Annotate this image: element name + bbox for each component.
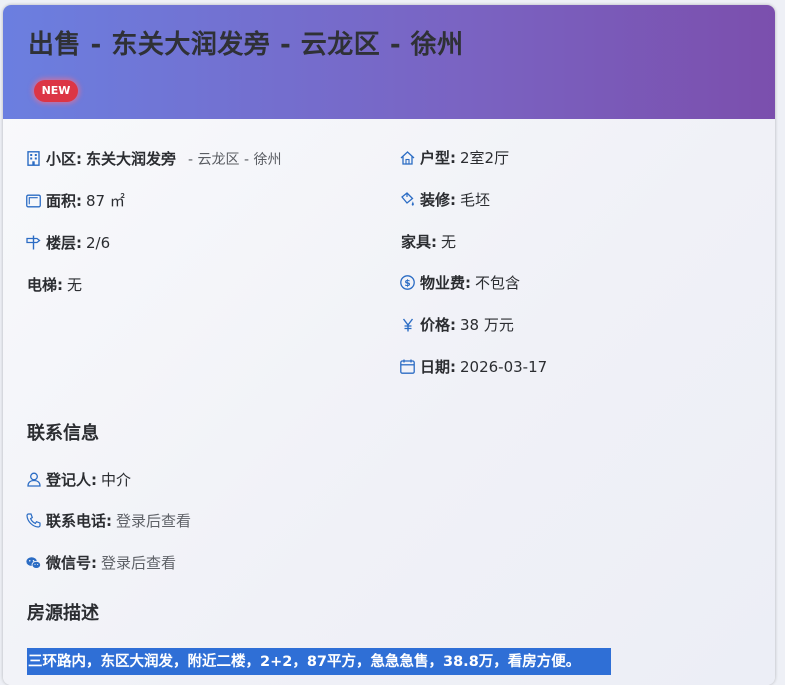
floor-label: 楼层: (46, 234, 82, 252)
community-value: 东关大润发旁 (86, 150, 177, 168)
decoration-label: 装修: (420, 191, 456, 209)
furniture-row: 家具: 无 (401, 231, 456, 252)
phone-value[interactable]: 登录后查看 (116, 510, 191, 531)
area-value: 87 ㎡ (86, 192, 125, 210)
community-label: 小区: (46, 150, 82, 168)
elevator-label: 电梯: (27, 276, 63, 294)
new-badge: NEW (34, 80, 78, 102)
property-fee-value: 不包含 (475, 274, 521, 292)
description-section-title: 房源描述 (27, 603, 99, 624)
decoration-value: 毛坯 (460, 191, 491, 209)
furniture-value: 无 (441, 233, 457, 251)
community-row: 小区: 东关大润发旁 - 云龙区 - 徐州 (26, 148, 281, 169)
house-icon (400, 150, 415, 165)
elevator-value: 无 (67, 276, 83, 294)
wechat-icon (26, 555, 41, 570)
price-row: 价格: 38 万元 (400, 314, 514, 335)
person-icon (26, 472, 41, 487)
furniture-label: 家具: (401, 233, 437, 251)
registrant-row: 登记人: 中介 (26, 469, 131, 490)
layout-value: 2室2厅 (460, 149, 510, 167)
elevator-row: 电梯: 无 (27, 274, 82, 295)
area-icon (26, 193, 41, 208)
registrant-label: 登记人: (46, 471, 97, 489)
decoration-row: 装修: 毛坯 (400, 189, 490, 210)
coin-icon: $ (400, 275, 415, 290)
phone-row: 联系电话: 登录后查看 (26, 510, 191, 531)
description-text[interactable]: 三环路内，东区大润发，附近二楼，2+2，87平方，急急急售，38.8万，看房方便… (27, 648, 611, 675)
yen-icon (400, 317, 415, 332)
calendar-icon (400, 359, 415, 374)
paint-icon (400, 192, 415, 207)
floor-value: 2/6 (86, 233, 111, 252)
contact-section-title: 联系信息 (27, 423, 99, 444)
layout-label: 户型: (420, 149, 456, 167)
phone-icon (26, 513, 41, 528)
registrant-value: 中介 (101, 471, 132, 489)
svg-text:$: $ (404, 279, 410, 289)
property-fee-row: $ 物业费: 不包含 (400, 272, 520, 293)
community-location: - 云龙区 - 徐州 (188, 151, 282, 168)
price-value: 38 万元 (460, 316, 514, 334)
date-value: 2026-03-17 (460, 357, 548, 376)
date-label: 日期: (420, 358, 456, 376)
floor-row: 楼层: 2/6 (26, 232, 110, 253)
area-row: 面积: 87 ㎡ (26, 190, 125, 211)
wechat-row: 微信号: 登录后查看 (26, 552, 176, 573)
property-fee-label: 物业费: (420, 274, 471, 292)
area-label: 面积: (46, 192, 82, 210)
price-label: 价格: (420, 316, 456, 334)
wechat-label: 微信号: (46, 554, 97, 572)
date-row: 日期: 2026-03-17 (400, 356, 547, 377)
layout-row: 户型: 2室2厅 (400, 147, 509, 168)
listing-title: 出售 - 东关大润发旁 - 云龙区 - 徐州 (28, 30, 464, 60)
floor-icon (26, 235, 41, 250)
listing-header: 出售 - 东关大润发旁 - 云龙区 - 徐州 NEW (3, 5, 775, 119)
listing-card: 出售 - 东关大润发旁 - 云龙区 - 徐州 NEW 小区: 东关大润发旁 - … (3, 5, 775, 685)
building-icon (26, 151, 41, 166)
wechat-value[interactable]: 登录后查看 (101, 552, 176, 573)
phone-label: 联系电话: (46, 512, 112, 530)
